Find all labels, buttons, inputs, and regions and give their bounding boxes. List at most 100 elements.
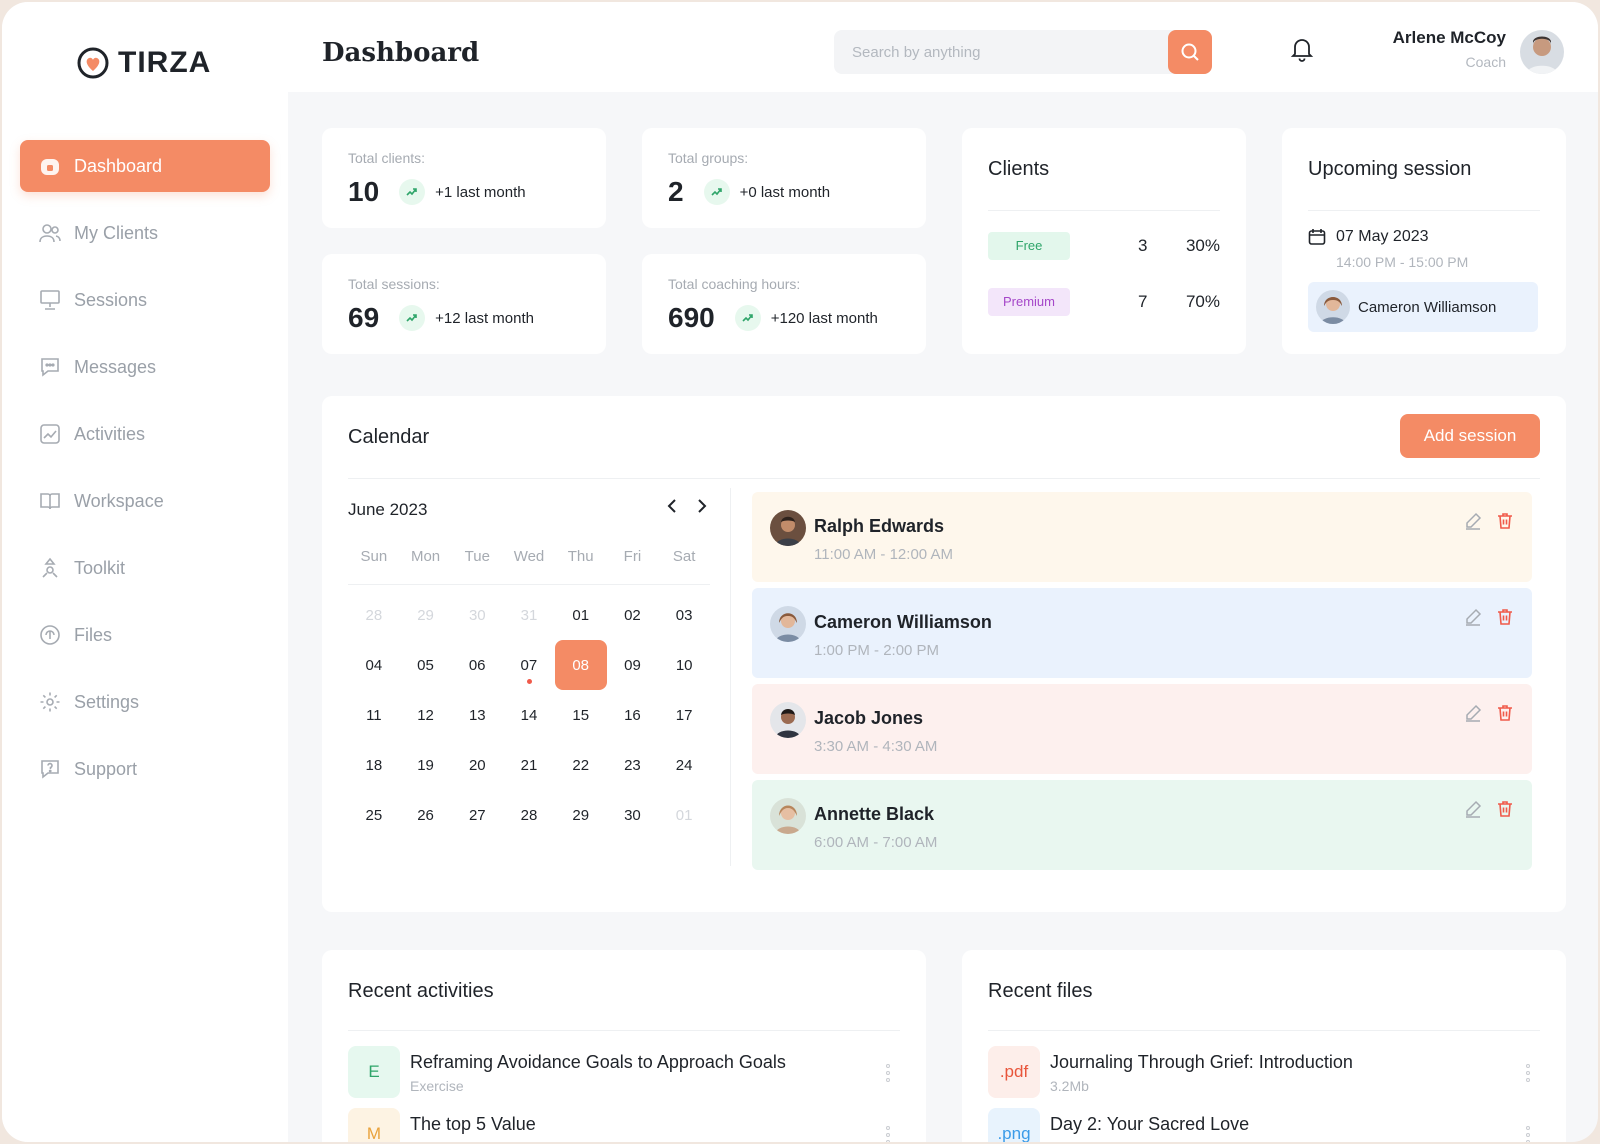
calendar-day-with-event[interactable]: 07 <box>503 640 555 690</box>
add-session-button[interactable]: Add session <box>1400 414 1540 458</box>
client-avatar <box>770 606 806 642</box>
upcoming-title: Upcoming session <box>1308 158 1472 180</box>
tier-count: 3 <box>1138 236 1148 255</box>
sidebar-item-messages[interactable]: Messages <box>20 341 270 393</box>
trend-up-icon <box>703 179 730 205</box>
bell-icon <box>1290 39 1314 62</box>
sidebar-item-label: Settings <box>74 691 140 712</box>
calendar-day[interactable]: 11 <box>348 690 400 740</box>
calendar-day[interactable]: 23 <box>607 740 659 790</box>
calendar-day[interactable]: 16 <box>607 690 659 740</box>
sidebar-item-sessions[interactable]: Sessions <box>20 274 270 326</box>
prev-month-button[interactable] <box>666 498 678 519</box>
edit-session-button[interactable] <box>1464 512 1482 535</box>
sidebar-item-activities[interactable]: Activities <box>20 408 270 460</box>
calendar-day[interactable]: 15 <box>555 690 607 740</box>
calendar-day[interactable]: 21 <box>503 740 555 790</box>
edit-session-button[interactable] <box>1464 800 1482 823</box>
calendar-day[interactable]: 10 <box>658 640 710 690</box>
session-item[interactable]: Ralph Edwards 11:00 AM - 12:00 AM <box>752 492 1532 582</box>
more-options-icon[interactable] <box>1526 1064 1530 1085</box>
more-options-icon[interactable] <box>1526 1126 1530 1142</box>
calendar-day[interactable]: 28 <box>348 590 400 640</box>
sidebar-item-files[interactable]: Files <box>20 609 270 661</box>
files-title: Recent files <box>988 980 1093 1002</box>
calendar-day[interactable]: 28 <box>503 790 555 840</box>
message-icon <box>38 355 62 379</box>
calendar-day[interactable]: 22 <box>555 740 607 790</box>
session-time: 1:00 PM - 2:00 PM <box>814 642 940 659</box>
calendar-day[interactable]: 27 <box>451 790 503 840</box>
stat-card-coaching-hours: Total coaching hours: 690 +120 last mont… <box>642 254 926 354</box>
sidebar-item-my-clients[interactable]: My Clients <box>20 207 270 259</box>
sidebar-item-workspace[interactable]: Workspace <box>20 475 270 527</box>
weekday-header: Sun Mon Tue Wed Thu Fri Sat <box>348 548 710 565</box>
more-options-icon[interactable] <box>886 1126 890 1142</box>
sidebar-item-label: My Clients <box>74 222 159 243</box>
next-month-button[interactable] <box>696 498 708 519</box>
calendar-day[interactable]: 05 <box>400 640 452 690</box>
upcoming-time: 14:00 PM - 15:00 PM <box>1336 254 1469 270</box>
upcoming-client-chip[interactable]: Cameron Williamson <box>1308 282 1538 332</box>
search-input[interactable] <box>834 30 1168 74</box>
weekday-label: Mon <box>410 548 441 565</box>
delete-session-button[interactable] <box>1496 704 1514 727</box>
session-item[interactable]: Annette Black 6:00 AM - 7:00 AM <box>752 780 1532 870</box>
search-button[interactable] <box>1168 30 1212 74</box>
calendar-day[interactable]: 20 <box>451 740 503 790</box>
calendar-day[interactable]: 03 <box>658 590 710 640</box>
calendar-day[interactable]: 09 <box>607 640 659 690</box>
calendar-day[interactable]: 24 <box>658 740 710 790</box>
sidebar-item-label: Files <box>74 624 113 645</box>
calendar-day[interactable]: 30 <box>607 790 659 840</box>
activity-item[interactable]: E Reframing Avoidance Goals to Approach … <box>348 1046 900 1100</box>
user-avatar[interactable] <box>1520 30 1564 74</box>
calendar-day[interactable]: 01 <box>658 790 710 840</box>
sidebar-item-settings[interactable]: Settings <box>20 676 270 728</box>
activity-item[interactable]: M The top 5 Value <box>348 1108 900 1142</box>
activity-type: Exercise <box>410 1078 464 1094</box>
more-options-icon[interactable] <box>886 1064 890 1085</box>
logo-text: TIRZA <box>118 46 212 79</box>
user-info[interactable]: Arlene McCoy Coach <box>1393 28 1506 70</box>
notifications-button[interactable] <box>1290 36 1314 67</box>
calendar-day[interactable]: 29 <box>400 590 452 640</box>
session-time: 3:30 AM - 4:30 AM <box>814 738 938 755</box>
calendar-day[interactable]: 12 <box>400 690 452 740</box>
calendar-day[interactable]: 04 <box>348 640 400 690</box>
calendar-day[interactable]: 06 <box>451 640 503 690</box>
calendar-day[interactable]: 17 <box>658 690 710 740</box>
stat-value: 2 <box>668 176 684 207</box>
file-item[interactable]: .png Day 2: Your Sacred Love <box>988 1108 1540 1142</box>
logo[interactable]: TIRZA <box>76 46 211 80</box>
calendar-day[interactable]: 26 <box>400 790 452 840</box>
sidebar-item-toolkit[interactable]: Toolkit <box>20 542 270 594</box>
session-item[interactable]: Cameron Williamson 1:00 PM - 2:00 PM <box>752 588 1532 678</box>
stat-value: 10 <box>348 176 380 207</box>
sidebar-item-support[interactable]: Support <box>20 743 270 795</box>
edit-session-button[interactable] <box>1464 704 1482 727</box>
edit-icon <box>1466 704 1482 722</box>
calendar-day[interactable]: 02 <box>607 590 659 640</box>
calendar-day[interactable]: 31 <box>503 590 555 640</box>
edit-session-button[interactable] <box>1464 608 1482 631</box>
calendar-day-selected[interactable]: 08 <box>554 640 607 690</box>
sidebar-item-dashboard[interactable]: Dashboard <box>20 140 270 192</box>
calendar-day[interactable]: 01 <box>555 590 607 640</box>
calendar-day[interactable]: 30 <box>451 590 503 640</box>
stat-delta: +1 last month <box>435 183 526 201</box>
client-tier-row: Free 3 30% <box>988 232 1220 260</box>
session-item[interactable]: Jacob Jones 3:30 AM - 4:30 AM <box>752 684 1532 774</box>
delete-session-button[interactable] <box>1496 512 1514 535</box>
calendar-day[interactable]: 13 <box>451 690 503 740</box>
calendar-day[interactable]: 14 <box>503 690 555 740</box>
activity-type-badge: E <box>348 1046 400 1098</box>
file-item[interactable]: .pdf Journaling Through Grief: Introduct… <box>988 1046 1540 1100</box>
calendar-day[interactable]: 18 <box>348 740 400 790</box>
calendar-day[interactable]: 29 <box>555 790 607 840</box>
delete-session-button[interactable] <box>1496 608 1514 631</box>
calendar-day[interactable]: 25 <box>348 790 400 840</box>
file-size: 3.2Mb <box>1050 1078 1089 1094</box>
calendar-day[interactable]: 19 <box>400 740 452 790</box>
delete-session-button[interactable] <box>1496 800 1514 823</box>
